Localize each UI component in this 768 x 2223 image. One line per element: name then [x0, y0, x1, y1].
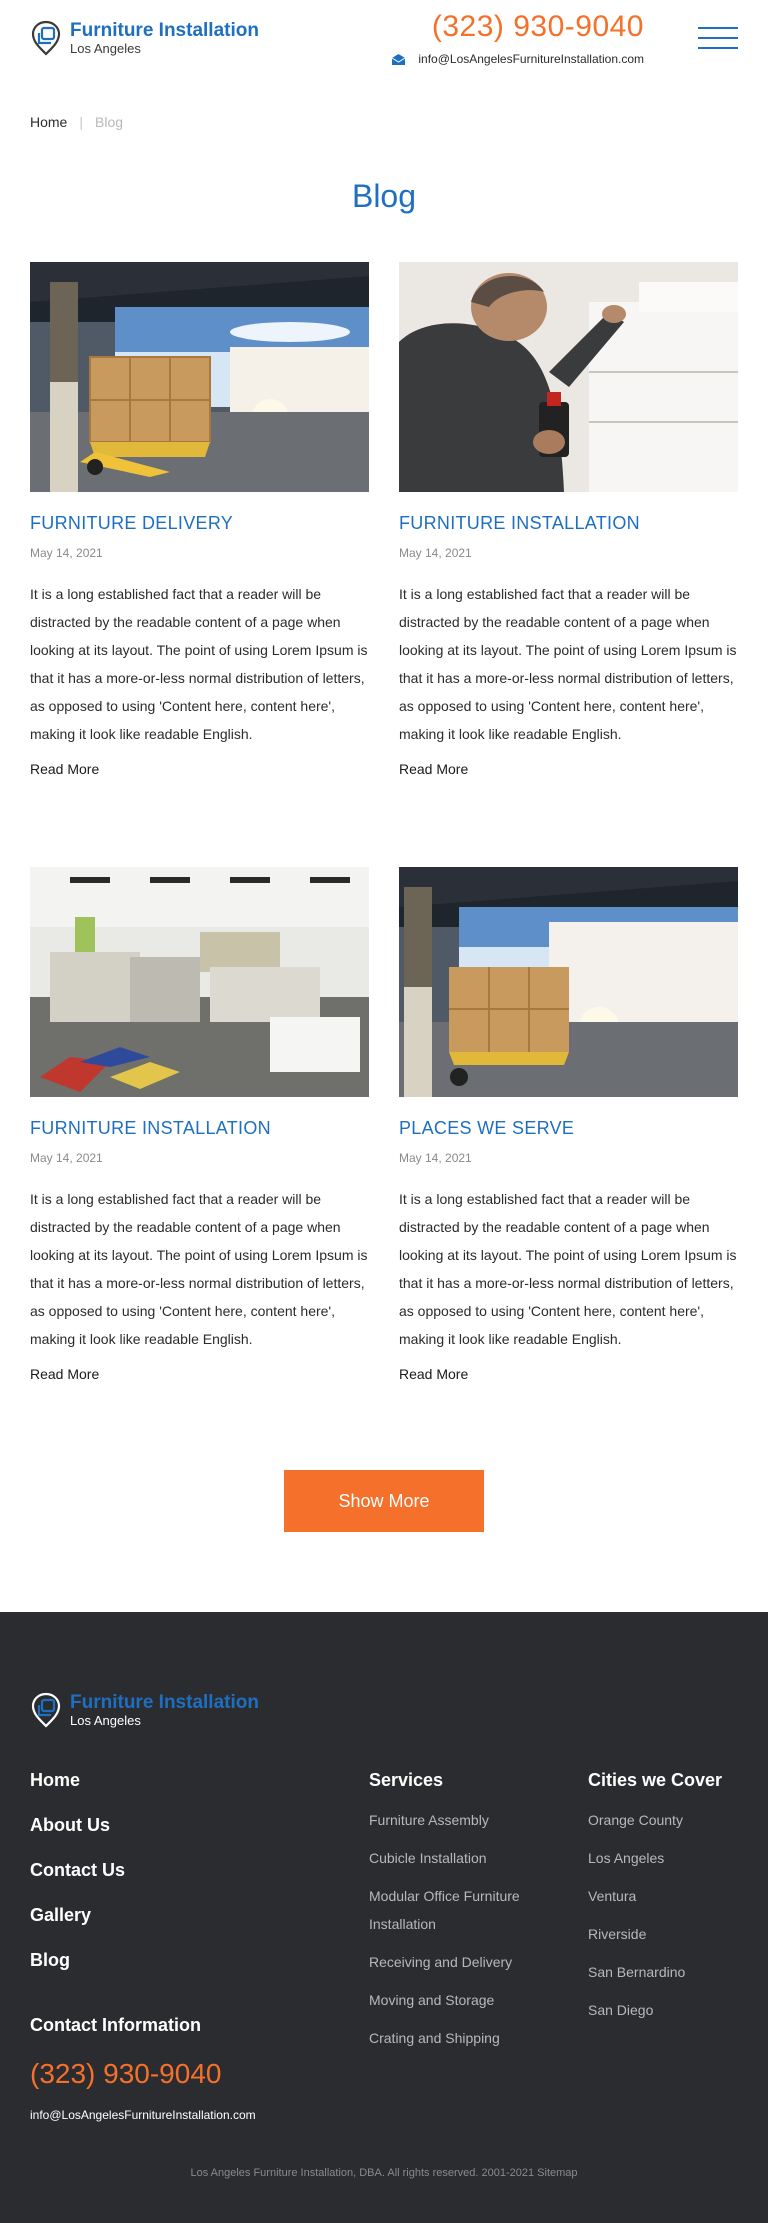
breadcrumb-home-link[interactable]: Home — [30, 114, 67, 130]
footer-nav-contact[interactable]: Contact Us — [30, 1860, 125, 1905]
envelope-icon — [392, 53, 406, 65]
post-image-pallet-jack[interactable] — [30, 262, 369, 492]
logo-city: Los Angeles — [70, 41, 141, 56]
copyright-text: Los Angeles Furniture Installation, DBA.… — [190, 2167, 578, 2179]
city-link[interactable]: San Diego — [588, 1996, 758, 2024]
post-excerpt: It is a long established fact that a rea… — [399, 586, 737, 742]
hamburger-menu-icon[interactable] — [698, 25, 738, 51]
footer-logo-city: Los Angeles — [70, 1713, 141, 1728]
post-image-office-cubicles[interactable] — [30, 867, 369, 1097]
read-more-link[interactable]: Read More — [399, 761, 468, 777]
header-email-text: info@LosAngelesFurnitureInstallation.com — [418, 52, 644, 66]
service-link[interactable]: Cubicle Installation — [369, 1844, 554, 1872]
site-footer: Furniture Installation Los Angeles Home … — [0, 1612, 768, 2223]
post-title[interactable]: FURNITURE DELIVERY — [30, 513, 369, 534]
city-link[interactable]: Ventura — [588, 1882, 758, 1910]
footer-nav-blog[interactable]: Blog — [30, 1950, 125, 1995]
service-link[interactable]: Crating and Shipping — [369, 2024, 554, 2052]
post-image-pallet-jack[interactable] — [399, 867, 738, 1097]
header-phone-link[interactable]: (323) 930-9040 — [432, 10, 644, 44]
logo-icon — [31, 1692, 61, 1728]
show-more-button[interactable]: Show More — [284, 1470, 484, 1532]
footer-logo[interactable]: Furniture Installation Los Angeles — [30, 1692, 259, 1728]
blog-post-card: FURNITURE INSTALLATION May 14, 2021 It i… — [399, 262, 738, 779]
city-link[interactable]: Riverside — [588, 1920, 758, 1948]
city-link[interactable]: San Bernardino — [588, 1958, 758, 1986]
logo-brand: Furniture Installation — [70, 20, 259, 41]
post-title[interactable]: FURNITURE INSTALLATION — [30, 1118, 369, 1139]
cities-list: Orange County Los Angeles Ventura Rivers… — [588, 1806, 758, 2034]
header-email-link[interactable]: info@LosAngelesFurnitureInstallation.com — [391, 52, 644, 66]
services-heading: Services — [369, 1770, 444, 1790]
footer-email-link[interactable]: info@LosAngelesFurnitureInstallation.com — [30, 2108, 256, 2122]
footer-nav: Home About Us Contact Us Gallery Blog — [30, 1770, 125, 1995]
service-link[interactable]: Moving and Storage — [369, 1986, 554, 2014]
blog-post-card: FURNITURE INSTALLATION May 14, 2021 It i… — [30, 867, 369, 1384]
blog-post-card: FURNITURE DELIVERY May 14, 2021 It is a … — [30, 262, 369, 779]
post-excerpt: It is a long established fact that a rea… — [399, 1191, 737, 1347]
breadcrumb: Home | Blog — [30, 114, 123, 130]
services-list: Furniture Assembly Cubicle Installation … — [369, 1806, 554, 2062]
post-date: May 14, 2021 — [399, 1151, 472, 1165]
footer-logo-brand: Furniture Installation — [70, 1692, 259, 1713]
footer-nav-about[interactable]: About Us — [30, 1815, 125, 1860]
site-logo[interactable]: Furniture Installation Los Angeles — [30, 20, 259, 56]
footer-nav-home[interactable]: Home — [30, 1770, 125, 1815]
contact-heading: Contact Information — [30, 2015, 201, 2035]
footer-phone-link[interactable]: (323) 930-9040 — [30, 2058, 221, 2090]
service-link[interactable]: Modular Office Furniture Installation — [369, 1882, 554, 1938]
cities-heading: Cities we Cover — [588, 1770, 723, 1790]
breadcrumb-separator: | — [79, 114, 83, 130]
post-excerpt: It is a long established fact that a rea… — [30, 586, 368, 742]
service-link[interactable]: Furniture Assembly — [369, 1806, 554, 1834]
city-link[interactable]: Los Angeles — [588, 1844, 758, 1872]
footer-nav-gallery[interactable]: Gallery — [30, 1905, 125, 1950]
blog-post-card: PLACES WE SERVE May 14, 2021 It is a lon… — [399, 867, 738, 1384]
post-date: May 14, 2021 — [399, 546, 472, 560]
post-image-installer[interactable] — [399, 262, 738, 492]
read-more-link[interactable]: Read More — [399, 1366, 468, 1382]
post-date: May 14, 2021 — [30, 1151, 103, 1165]
page-title: Blog — [351, 178, 417, 214]
post-title[interactable]: PLACES WE SERVE — [399, 1118, 738, 1139]
service-link[interactable]: Receiving and Delivery — [369, 1948, 554, 1976]
site-header: Furniture Installation Los Angeles (323)… — [0, 0, 768, 104]
post-title[interactable]: FURNITURE INSTALLATION — [399, 513, 738, 534]
breadcrumb-current: Blog — [95, 114, 124, 130]
post-date: May 14, 2021 — [30, 546, 103, 560]
post-excerpt: It is a long established fact that a rea… — [30, 1191, 368, 1347]
city-link[interactable]: Orange County — [588, 1806, 758, 1834]
read-more-link[interactable]: Read More — [30, 1366, 99, 1382]
read-more-link[interactable]: Read More — [30, 761, 99, 777]
logo-icon — [31, 20, 61, 56]
